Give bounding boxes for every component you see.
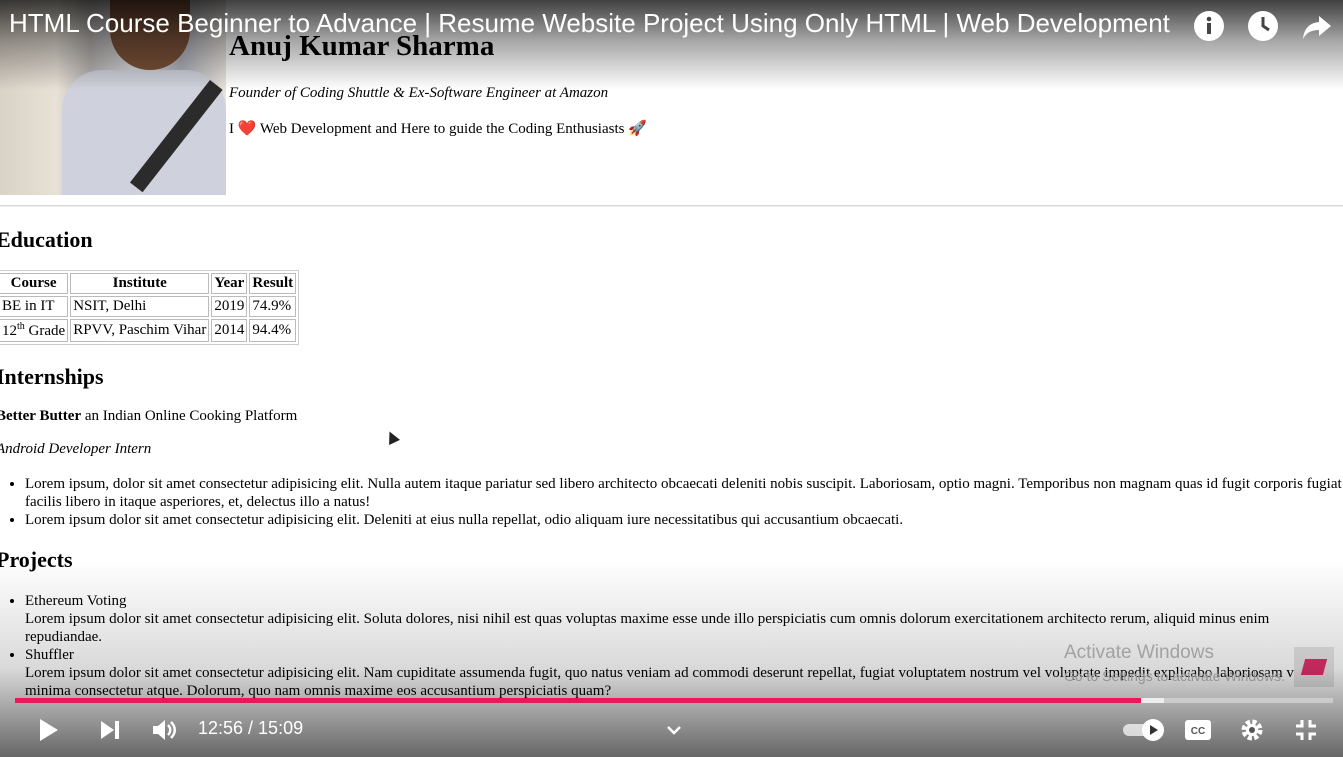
table-cell: 2014 [211, 319, 248, 342]
education-heading: Education [0, 227, 93, 252]
gear-icon[interactable] [1232, 710, 1272, 750]
column-header: Course [0, 273, 69, 294]
table-cell: 2019 [211, 296, 248, 317]
volume-icon[interactable] [144, 710, 184, 750]
projects-heading: Projects [0, 547, 73, 572]
video-frame[interactable]: Anuj Kumar Sharma Founder of Coding Shut… [0, 0, 1343, 757]
project-name: Ethereum Voting [25, 592, 1343, 610]
progress-bar[interactable] [15, 698, 1333, 703]
heart-icon: ❤️ [237, 121, 257, 137]
play-icon[interactable] [28, 710, 68, 750]
resume-bio: I ❤️ Web Development and Here to guide t… [229, 121, 647, 137]
chevron-down-icon[interactable] [654, 710, 694, 750]
exit-fullscreen-icon[interactable] [1286, 710, 1326, 750]
channel-watermark-logo[interactable] [1294, 647, 1334, 687]
divider [0, 205, 1343, 207]
internship-role: Android Developer Intern [0, 441, 152, 457]
list-item: Lorem ipsum dolor sit amet consectetur a… [25, 511, 1343, 529]
list-item: Lorem ipsum, dolor sit amet consectetur … [25, 475, 1343, 511]
column-header: Year [211, 273, 248, 294]
column-header: Institute [70, 273, 210, 294]
video-title[interactable]: HTML Course Beginner to Advance | Resume… [9, 8, 1179, 39]
resume-tagline: Founder of Coding Shuttle & Ex-Software … [229, 85, 609, 101]
rocket-icon: 🚀 [628, 121, 647, 137]
project-description: Lorem ipsum dolor sit amet consectetur a… [25, 611, 1270, 645]
autoplay-toggle-icon[interactable] [1120, 710, 1168, 750]
table-cell: RPVV, Paschim Vihar [70, 319, 210, 342]
table-cell: 94.4% [249, 319, 297, 342]
table-header-row: Course Institute Year Result [0, 273, 297, 294]
table-cell: 74.9% [249, 296, 297, 317]
table-cell: NSIT, Delhi [70, 296, 210, 317]
windows-activation-watermark: Activate Windows Go to Settings to activ… [1064, 642, 1285, 684]
table-cell: 12th Grade [0, 319, 69, 342]
clock-icon[interactable] [1245, 8, 1281, 44]
share-icon[interactable] [1299, 8, 1335, 44]
info-icon[interactable] [1191, 8, 1227, 44]
table-cell: BE in IT [0, 296, 69, 317]
top-actions [1191, 8, 1343, 44]
svg-text:CC: CC [1191, 726, 1205, 737]
time-display: 12:56 / 15:09 [198, 718, 304, 738]
mouse-cursor [384, 429, 400, 445]
table-row: 12th Grade RPVV, Paschim Vihar 2014 94.4… [0, 319, 297, 342]
internship-points: Lorem ipsum, dolor sit amet consectetur … [5, 475, 1343, 529]
internships-heading: Internships [0, 364, 104, 389]
table-row: BE in IT NSIT, Delhi 2019 74.9% [0, 296, 297, 317]
player-controls: 12:56 / 15:09 CC [0, 710, 1343, 750]
captions-icon[interactable]: CC [1178, 710, 1218, 750]
internship-company: Better Butter an Indian Online Cooking P… [0, 408, 298, 424]
education-table: Course Institute Year Result BE in IT NS… [0, 270, 300, 345]
progress-played [15, 698, 1141, 703]
column-header: Result [249, 273, 297, 294]
next-icon[interactable] [90, 710, 130, 750]
